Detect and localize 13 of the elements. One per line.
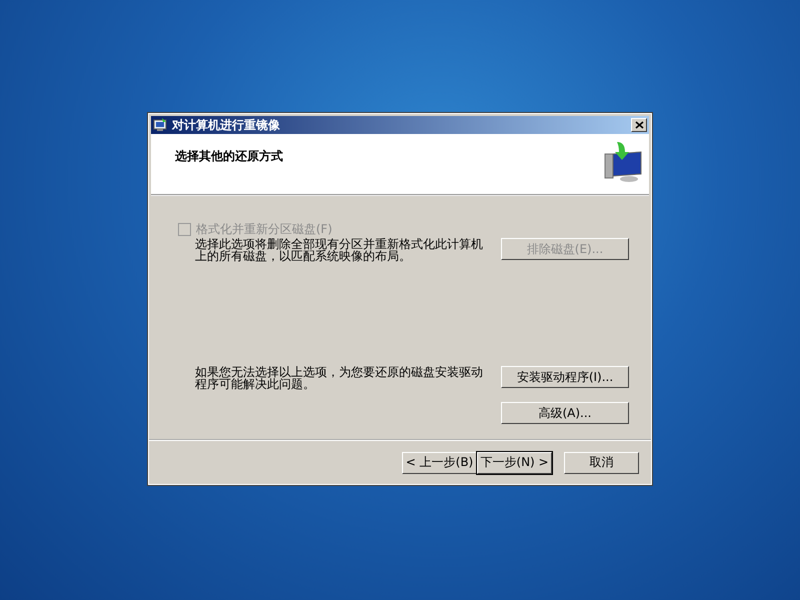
wizard-button[interactable]: 下一步(N) > — [477, 452, 552, 474]
close-button[interactable] — [631, 118, 647, 132]
close-icon — [634, 121, 644, 129]
format-checkbox-label: 格式化并重新分区磁盘(F) — [196, 221, 332, 238]
dialog-option-button[interactable]: 高级(A)... — [501, 402, 629, 424]
window-title: 对计算机进行重镜像 — [172, 116, 281, 134]
driver-description: 如果您无法选择以上选项，为您要还原的磁盘安装驱动程序可能解决此问题。 — [195, 366, 484, 393]
wizard-button[interactable]: 取消 — [564, 452, 639, 474]
format-description: 选择此选项将删除全部现有分区并重新格式化此计算机上的所有磁盘，以匹配系统映像的布局。 — [195, 238, 484, 262]
computer-icon — [153, 118, 169, 132]
page-heading: 选择其他的还原方式 — [175, 148, 283, 165]
wizard-button[interactable]: < 上一步(B) — [402, 452, 477, 474]
dialog-option-button[interactable]: 安装驱动程序(I)... — [501, 366, 629, 388]
